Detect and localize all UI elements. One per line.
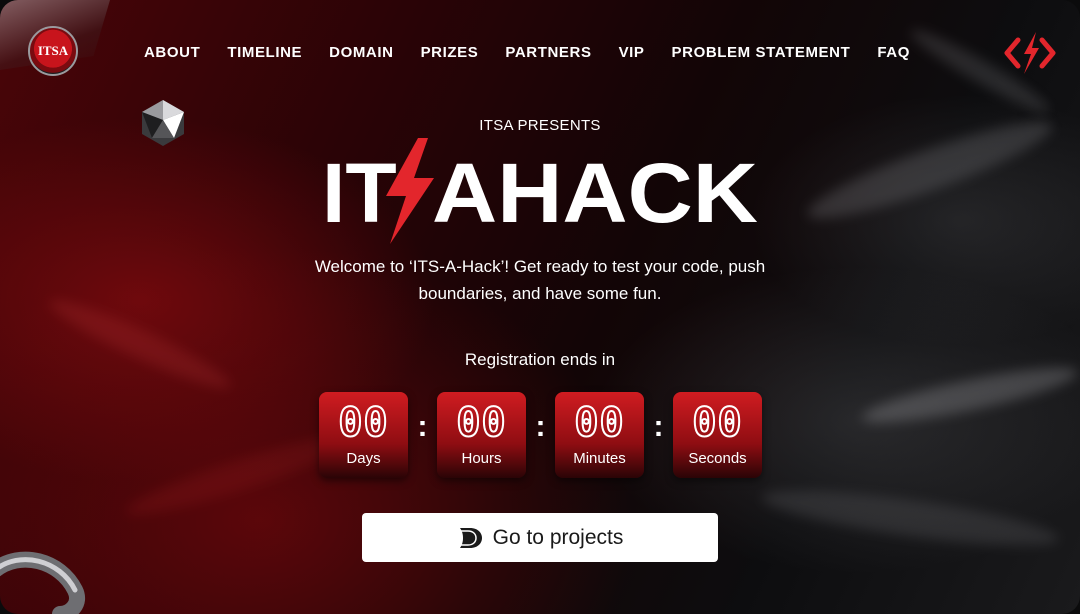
- nav-prizes[interactable]: PRIZES: [421, 44, 479, 61]
- go-to-projects-button[interactable]: Go to projects: [362, 513, 718, 562]
- page: ITSA ABOUT TIMELINE DOMAIN PRIZES PARTNE…: [0, 0, 1080, 614]
- countdown-heading: Registration ends in: [464, 350, 616, 369]
- main-nav: ABOUT TIMELINE DOMAIN PRIZES PARTNERS VI…: [144, 44, 937, 61]
- brand-wordmark: IT AHACK: [320, 138, 760, 244]
- logo-text: ITSA: [37, 43, 69, 58]
- itsa-logo[interactable]: ITSA: [28, 26, 78, 76]
- background-streak: [43, 289, 237, 399]
- nav-timeline[interactable]: TIMELINE: [227, 44, 302, 61]
- presents-label: ITSA PRESENTS: [479, 117, 601, 134]
- brand-left: IT: [322, 146, 397, 240]
- minutes-label: Minutes: [573, 450, 626, 467]
- devfolio-icon: [457, 527, 482, 548]
- nav-partners[interactable]: PARTNERS: [505, 44, 591, 61]
- nav-domain[interactable]: DOMAIN: [329, 44, 393, 61]
- countdown-separator: :: [417, 410, 428, 443]
- countdown-seconds: 00 Seconds: [673, 392, 762, 478]
- days-value: 00: [337, 399, 389, 447]
- countdown-separator: :: [535, 410, 546, 443]
- hero-tagline: Welcome to ‘ITS-A-Hack’! Get ready to te…: [314, 257, 766, 303]
- go-to-projects-label: Go to projects: [492, 525, 624, 549]
- countdown-hours: 00 Hours: [437, 392, 526, 478]
- nav-about[interactable]: ABOUT: [144, 44, 200, 61]
- countdown-timer: 00 Days : 00 Hours : 00 Minutes : 00 Sec…: [319, 392, 762, 478]
- seconds-label: Seconds: [688, 450, 747, 467]
- cable-decoration: [0, 551, 86, 614]
- background-streak: [758, 479, 1062, 557]
- nav-vip[interactable]: VIP: [619, 44, 645, 61]
- nav-problem-statement[interactable]: PROBLEM STATEMENT: [672, 44, 851, 61]
- countdown-separator: :: [653, 410, 664, 443]
- hours-value: 00: [455, 399, 507, 447]
- days-label: Days: [346, 450, 381, 467]
- hours-label: Hours: [461, 450, 502, 467]
- code-bolt-icon[interactable]: [1004, 30, 1056, 76]
- minutes-value: 00: [573, 399, 625, 447]
- seconds-value: 00: [691, 399, 743, 447]
- brand-right: AHACK: [432, 146, 758, 240]
- countdown-minutes: 00 Minutes: [555, 392, 644, 478]
- nav-faq[interactable]: FAQ: [877, 44, 910, 61]
- countdown-days: 00 Days: [319, 392, 408, 478]
